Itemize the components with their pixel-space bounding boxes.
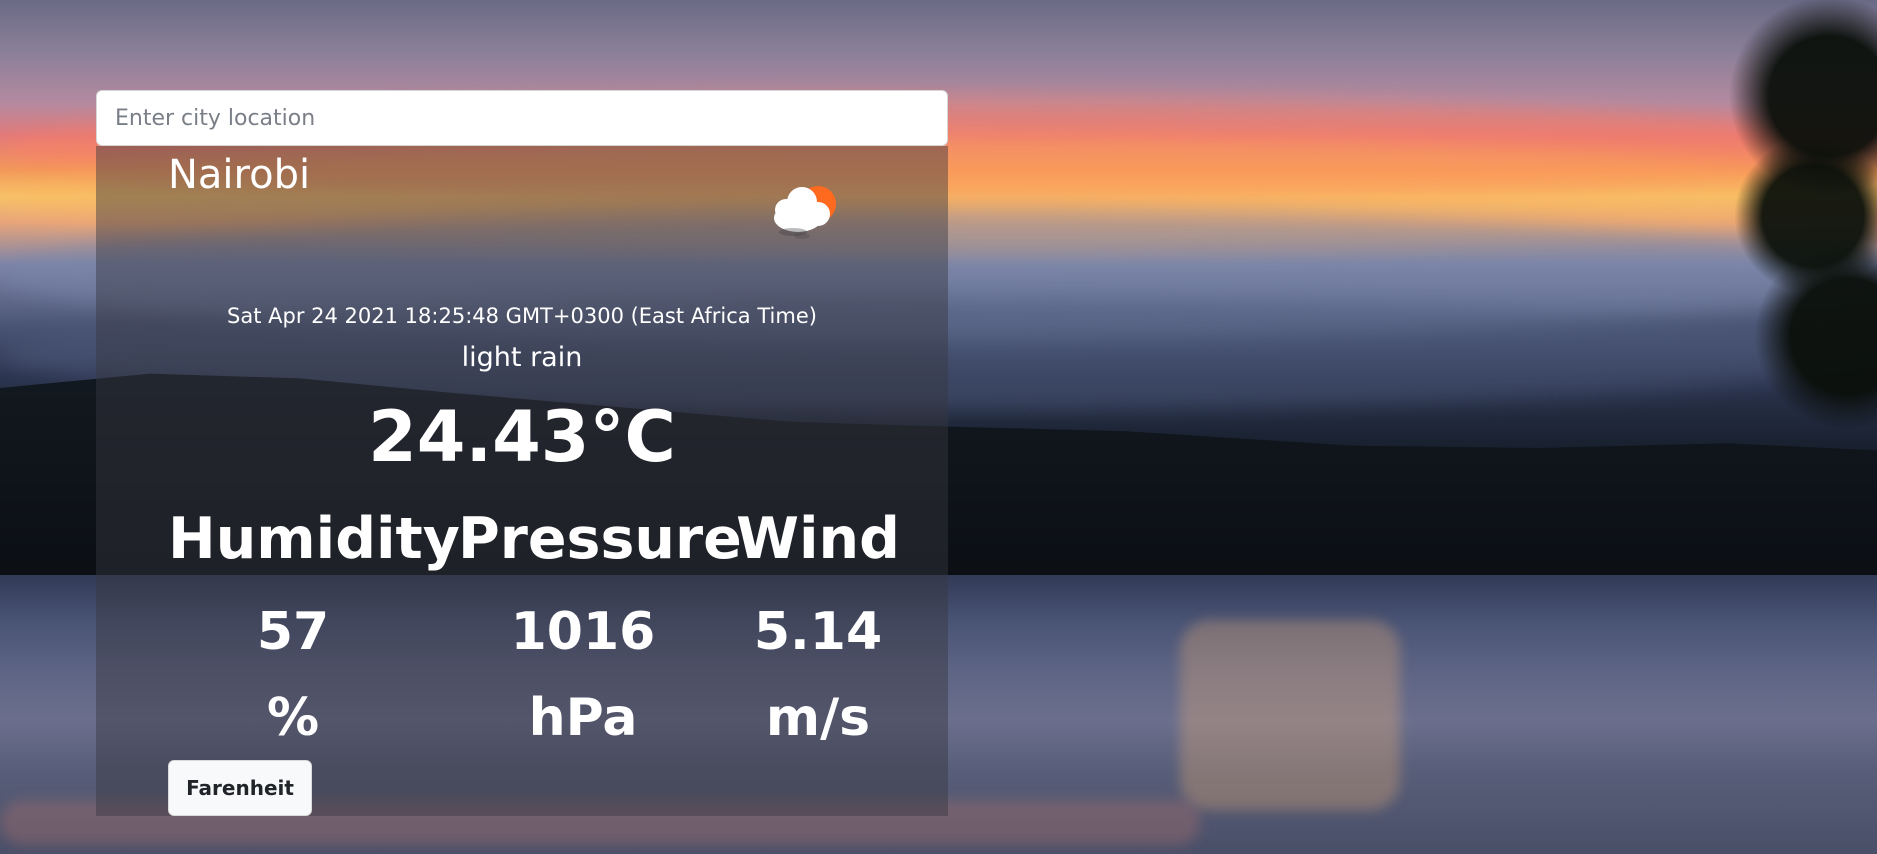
pressure-unit: hPa bbox=[528, 688, 638, 748]
tree-silhouette bbox=[1717, 0, 1877, 480]
wind-stat: Wind 5.14 m/s bbox=[718, 506, 918, 766]
weather-card: Nairobi Sat Apr 24 2021 18:25:48 GMT+030… bbox=[96, 146, 948, 816]
city-search-input[interactable] bbox=[96, 90, 948, 146]
wind-unit: m/s bbox=[765, 688, 871, 748]
wind-value: 5.14 bbox=[753, 602, 883, 662]
humidity-unit: % bbox=[266, 688, 320, 748]
weather-description: light rain bbox=[461, 342, 583, 373]
humidity-value: 57 bbox=[256, 602, 330, 662]
sunset-reflection bbox=[1180, 620, 1400, 810]
cloud-with-sun-icon bbox=[758, 182, 842, 244]
background-sunset-lake: Nairobi Sat Apr 24 2021 18:25:48 GMT+030… bbox=[0, 0, 1877, 854]
temperature-value: 24.43°C bbox=[368, 396, 676, 478]
humidity-stat: Humidity 57 % bbox=[168, 506, 460, 766]
wind-label: Wind bbox=[736, 506, 900, 572]
pressure-label: Pressure bbox=[458, 506, 742, 572]
humidity-label: Humidity bbox=[168, 506, 460, 572]
temperature-unit-toggle-button[interactable]: Farenheit bbox=[168, 760, 312, 816]
pressure-value: 1016 bbox=[510, 602, 656, 662]
pressure-stat: Pressure 1016 hPa bbox=[458, 506, 742, 766]
city-name: Nairobi bbox=[168, 152, 311, 198]
weather-datetime: Sat Apr 24 2021 18:25:48 GMT+0300 (East … bbox=[227, 304, 817, 328]
